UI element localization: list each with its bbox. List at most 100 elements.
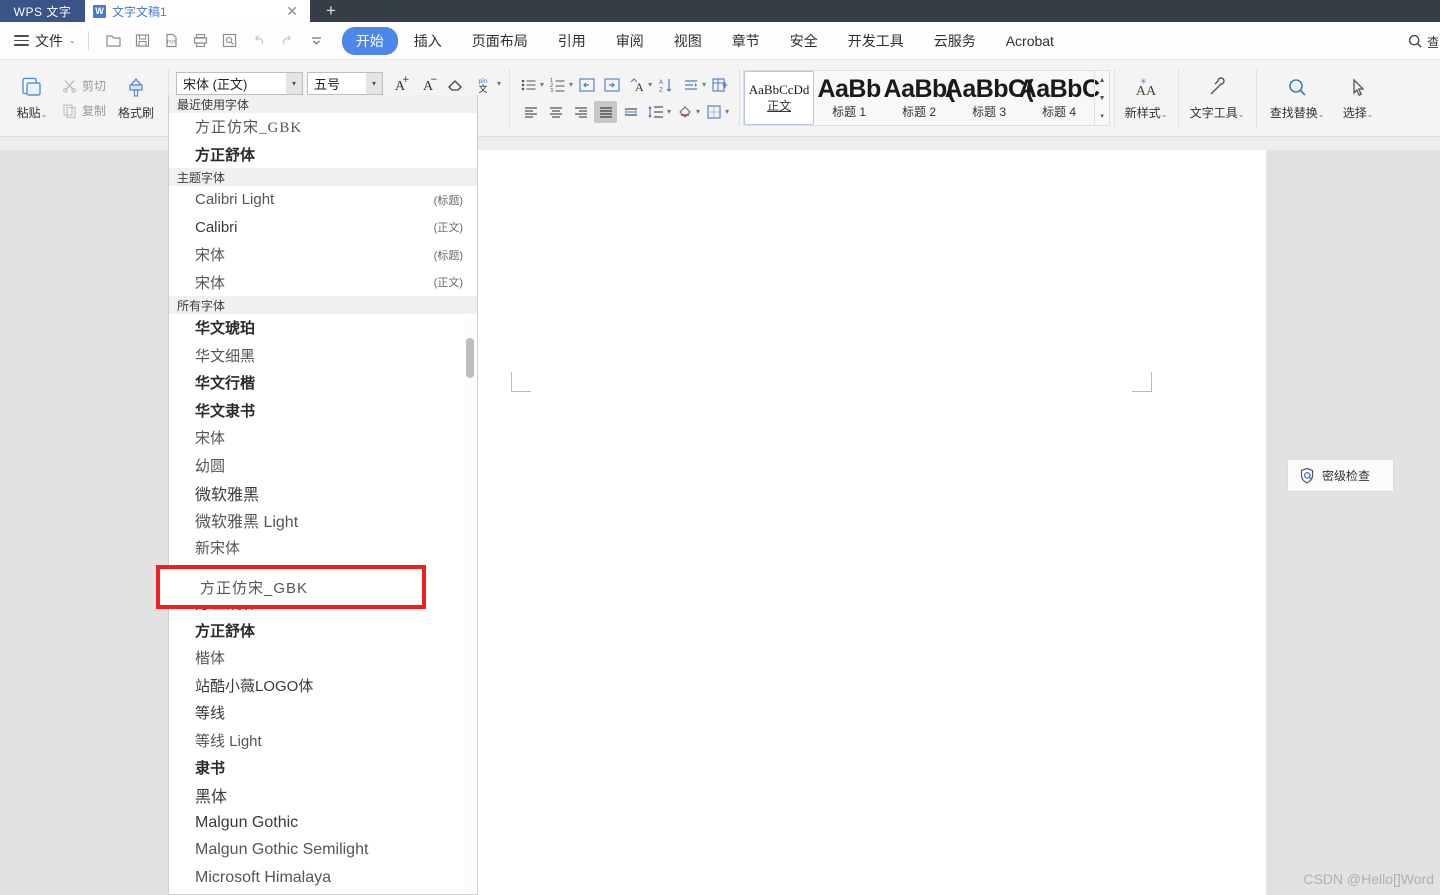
font-list-item[interactable]: 华文隶书 bbox=[169, 397, 477, 425]
ribbon-tab-10[interactable]: Acrobat bbox=[992, 29, 1068, 53]
new-style-button[interactable]: AA ✳ 新样式⌄ bbox=[1120, 66, 1172, 130]
align-center-button[interactable] bbox=[544, 101, 567, 123]
align-right-button[interactable] bbox=[569, 101, 592, 123]
font-list-item[interactable]: 华文细黑 bbox=[169, 342, 477, 370]
font-list-item[interactable]: 幼圆 bbox=[169, 452, 477, 480]
export-pdf-icon[interactable]: PDF bbox=[159, 28, 185, 54]
font-name-combo[interactable]: 宋体 (正文) ▾ bbox=[176, 72, 304, 95]
close-tab-icon[interactable]: ✕ bbox=[286, 3, 302, 20]
font-list-item[interactable]: 楷体 bbox=[169, 644, 477, 672]
style-item-0[interactable]: AaBbCcDd 正文 bbox=[744, 71, 815, 125]
chevron-down-icon[interactable]: ▾ bbox=[696, 107, 700, 116]
font-list-item[interactable]: Calibri (正文) bbox=[169, 214, 477, 242]
cut-button[interactable]: 剪切 bbox=[58, 75, 110, 97]
font-list-item[interactable]: 宋体 bbox=[169, 424, 477, 452]
ribbon-tab-8[interactable]: 开发工具 bbox=[834, 27, 918, 55]
character-border-button[interactable]: A bbox=[625, 74, 648, 96]
distribute-button[interactable] bbox=[619, 101, 642, 123]
shading-button[interactable] bbox=[673, 101, 696, 123]
numbered-list-button[interactable]: 123 bbox=[546, 74, 569, 96]
chevron-down-icon[interactable]: ▾ bbox=[366, 73, 383, 94]
customize-qat-icon[interactable] bbox=[304, 28, 330, 54]
insert-table-cell-button[interactable] bbox=[708, 74, 731, 96]
font-list-item[interactable]: 方正舒体 bbox=[169, 141, 477, 169]
font-list-item[interactable]: 黑体 bbox=[169, 782, 477, 810]
grow-font-button[interactable]: A + bbox=[387, 72, 411, 95]
sort-button[interactable]: AZ bbox=[654, 74, 677, 96]
style-item-2[interactable]: AaBb( 标题 2 bbox=[884, 71, 955, 125]
open-icon[interactable] bbox=[101, 28, 127, 54]
font-list-item[interactable]: 方正仿宋_GBK bbox=[169, 113, 477, 141]
chevron-down-icon[interactable]: ▾ bbox=[648, 80, 652, 89]
font-list-item[interactable]: 华文行楷 bbox=[169, 369, 477, 397]
scroll-up-icon[interactable]: ▲ bbox=[1095, 71, 1109, 89]
chevron-down-icon[interactable]: ▾ bbox=[540, 80, 544, 89]
font-list-item[interactable]: 宋体 (正文) bbox=[169, 269, 477, 297]
global-search[interactable]: 查 bbox=[1407, 22, 1440, 60]
font-size-combo[interactable]: 五号 ▾ bbox=[307, 72, 384, 95]
font-list-item[interactable]: Calibri Light (标题) bbox=[169, 186, 477, 214]
font-list-item[interactable]: 隶书 bbox=[169, 754, 477, 782]
ribbon-tab-0[interactable]: 开始 bbox=[341, 26, 398, 55]
shrink-font-button[interactable]: A − bbox=[415, 72, 439, 95]
font-list-item[interactable]: Microsoft Himalaya bbox=[169, 864, 477, 892]
ribbon-tab-5[interactable]: 视图 bbox=[660, 27, 716, 55]
scroll-down-icon[interactable]: ▼ bbox=[1095, 89, 1109, 107]
ribbon-tab-1[interactable]: 插入 bbox=[400, 27, 456, 55]
new-tab-button[interactable]: + bbox=[310, 0, 352, 22]
chevron-down-icon[interactable]: ▾ bbox=[286, 73, 303, 94]
font-list-item[interactable]: 微软雅黑 Light bbox=[169, 507, 477, 535]
font-dropdown-scrollbar-track[interactable] bbox=[465, 318, 475, 894]
style-item-4[interactable]: AaBbC 标题 4 bbox=[1019, 71, 1100, 125]
chevron-down-icon[interactable]: ▾ bbox=[725, 107, 729, 116]
font-list-item[interactable]: 等线 bbox=[169, 699, 477, 727]
styles-expand-icon[interactable]: ▾ bbox=[1095, 107, 1109, 125]
chevron-down-icon[interactable]: ▾ bbox=[497, 79, 501, 88]
style-item-1[interactable]: AaBb 标题 1 bbox=[814, 71, 884, 125]
font-list-item[interactable]: 宋体 (标题) bbox=[169, 241, 477, 269]
ribbon-tab-3[interactable]: 引用 bbox=[544, 27, 600, 55]
font-list-item[interactable]: 新宋体 bbox=[169, 534, 477, 562]
styles-gallery-scroll[interactable]: ▲ ▼ ▾ bbox=[1094, 71, 1109, 125]
pinyin-button[interactable]: pīn 文 bbox=[471, 72, 495, 95]
save-icon[interactable] bbox=[130, 28, 156, 54]
document-tab[interactable]: W 文字文稿1 ✕ bbox=[85, 0, 310, 22]
print-preview-icon[interactable] bbox=[217, 28, 243, 54]
font-list-item[interactable]: Malgun Gothic bbox=[169, 809, 477, 837]
align-left-button[interactable] bbox=[519, 101, 542, 123]
font-list-item[interactable]: 华文琥珀 bbox=[169, 314, 477, 342]
bullet-list-button[interactable] bbox=[517, 74, 540, 96]
font-dropdown-scrollbar-thumb[interactable] bbox=[466, 338, 474, 378]
clear-format-button[interactable] bbox=[443, 72, 467, 95]
font-list-item[interactable]: Malgun Gothic Semilight bbox=[169, 837, 477, 865]
copy-button[interactable]: 复制 bbox=[58, 100, 110, 122]
print-icon[interactable] bbox=[188, 28, 214, 54]
chevron-down-icon[interactable]: ▾ bbox=[667, 107, 671, 116]
chevron-down-icon[interactable]: ▾ bbox=[569, 80, 573, 89]
ribbon-tab-2[interactable]: 页面布局 bbox=[458, 27, 542, 55]
decrease-indent-button[interactable] bbox=[575, 74, 598, 96]
show-formatting-marks-button[interactable] bbox=[679, 74, 702, 96]
ribbon-tab-7[interactable]: 安全 bbox=[776, 27, 832, 55]
paste-button[interactable]: 粘贴⌄ bbox=[6, 66, 58, 130]
select-button[interactable]: 选择⌄ bbox=[1332, 66, 1384, 130]
borders-button[interactable] bbox=[702, 101, 725, 123]
ribbon-tab-9[interactable]: 云服务 bbox=[920, 27, 990, 55]
security-check-button[interactable]: 密级检查 bbox=[1287, 459, 1394, 492]
ribbon-tab-4[interactable]: 审阅 bbox=[602, 27, 658, 55]
ribbon-tab-6[interactable]: 章节 bbox=[718, 27, 774, 55]
font-list-item[interactable]: 等线 Light bbox=[169, 727, 477, 755]
line-spacing-button[interactable] bbox=[644, 101, 667, 123]
file-menu-button[interactable]: 文件 ⌄ bbox=[14, 31, 76, 51]
font-list-item[interactable]: 微软雅黑 bbox=[169, 479, 477, 507]
increase-indent-button[interactable] bbox=[600, 74, 623, 96]
find-replace-button[interactable]: 查找替换⌄ bbox=[1262, 66, 1332, 130]
style-item-3[interactable]: AaBbC( 标题 3 bbox=[945, 71, 1034, 125]
justify-button[interactable] bbox=[594, 100, 618, 123]
document-page[interactable] bbox=[477, 150, 1266, 895]
font-list-item[interactable]: 站酷小薇LOGO体 bbox=[169, 672, 477, 700]
text-tools-button[interactable]: 文字工具⌄ bbox=[1184, 66, 1250, 130]
font-list-item[interactable]: 方正舒体 bbox=[169, 617, 477, 645]
chevron-down-icon[interactable]: ▾ bbox=[702, 80, 706, 89]
format-brush-button[interactable]: 格式刷 bbox=[110, 66, 162, 130]
